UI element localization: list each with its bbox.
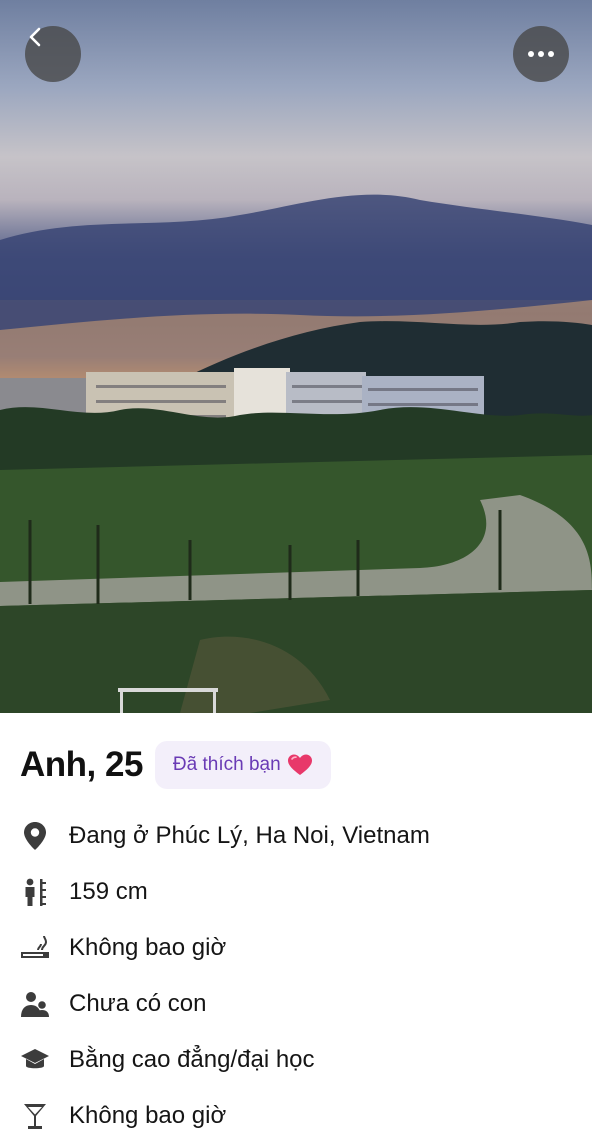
drinking-glass-icon xyxy=(24,1104,46,1129)
height-text: 159 cm xyxy=(69,878,148,905)
detail-education: Bằng cao đẳng/đại học xyxy=(20,1032,430,1088)
profile-details-list: Đang ở Phúc Lý, Ha Noi, Vietnam 159 cm K… xyxy=(20,808,430,1144)
smoking-text: Không bao giờ xyxy=(69,934,227,961)
drinking-text: Không bao giờ xyxy=(69,1102,227,1129)
liked-you-badge: Đã thích bạn xyxy=(154,741,331,789)
photo-landscape xyxy=(0,194,592,713)
children-text: Chưa có con xyxy=(69,990,207,1017)
detail-smoking: Không bao giờ xyxy=(20,920,430,976)
location-text: Đang ở Phúc Lý, Ha Noi, Vietnam xyxy=(69,822,430,849)
detail-height: 159 cm xyxy=(20,864,430,920)
smoking-icon xyxy=(21,935,49,958)
education-cap-icon xyxy=(21,1049,49,1069)
detail-drinking: Không bao giờ xyxy=(20,1088,430,1144)
chevron-left-icon xyxy=(29,27,41,47)
liked-badge-label: Đã thích bạn xyxy=(172,754,281,775)
profile-photo[interactable] xyxy=(0,0,592,713)
education-text: Bằng cao đẳng/đại học xyxy=(69,1046,315,1073)
name-row: Anh, 25 Đã thích bạn xyxy=(20,741,331,789)
profile-name-age: Anh, 25 xyxy=(20,745,143,784)
heart-icon xyxy=(287,754,312,775)
profile-card: Anh, 25 Đã thích bạn Đang ở Phúc Lý, Ha … xyxy=(0,713,592,1129)
more-options-button[interactable] xyxy=(513,26,569,82)
back-button[interactable] xyxy=(25,26,81,82)
height-icon xyxy=(25,878,46,906)
more-horizontal-icon xyxy=(528,51,554,57)
children-icon xyxy=(21,992,49,1017)
detail-children: Chưa có con xyxy=(20,976,430,1032)
detail-location: Đang ở Phúc Lý, Ha Noi, Vietnam xyxy=(20,808,430,864)
location-pin-icon xyxy=(24,822,46,850)
